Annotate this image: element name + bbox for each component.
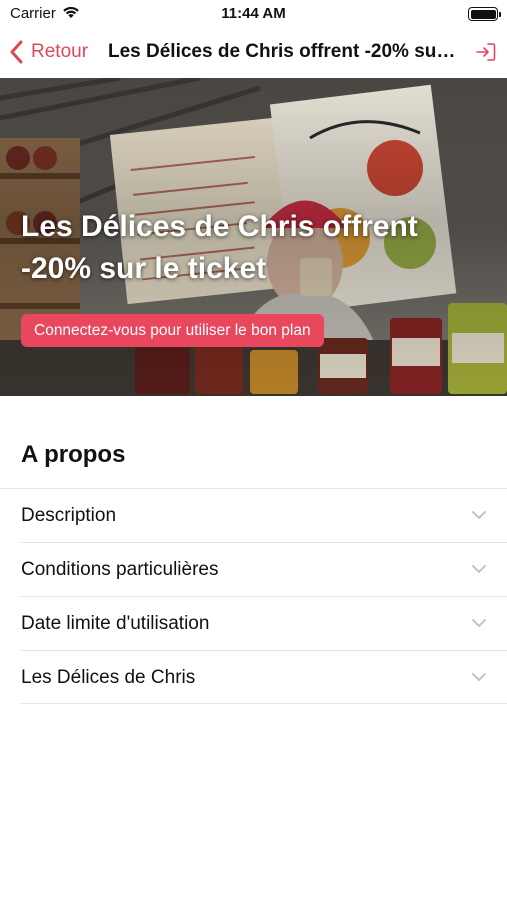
about-accordion: Description Conditions particulières Dat…: [0, 488, 507, 704]
chevron-left-icon: [10, 40, 23, 64]
accordion-item-label: Date limite d'utilisation: [21, 613, 210, 634]
status-time: 11:44 AM: [221, 5, 286, 22]
back-button[interactable]: Retour: [8, 37, 88, 67]
navigation-bar: Retour Les Délices de Chris offrent -20%…: [0, 28, 507, 78]
battery-icon: [468, 7, 501, 21]
back-label: Retour: [31, 41, 89, 62]
accordion-item-label: Conditions particulières: [21, 559, 219, 580]
about-section-title: A propos: [21, 441, 126, 468]
accordion-item-expiry-date[interactable]: Date limite d'utilisation: [21, 596, 507, 650]
accordion-item-merchant[interactable]: Les Délices de Chris: [21, 650, 507, 704]
page-title: Les Délices de Chris offrent -20% sur le…: [108, 41, 462, 62]
accordion-item-label: Les Délices de Chris: [21, 667, 196, 688]
chevron-down-icon: [472, 619, 486, 627]
hero-banner: Les Délices de Chris offrent -20% sur le…: [0, 78, 507, 396]
accordion-item-label: Description: [21, 505, 117, 526]
login-cta-button[interactable]: Connectez-vous pour utiliser le bon plan: [21, 314, 324, 347]
chevron-down-icon: [472, 511, 486, 519]
login-icon[interactable]: [474, 40, 498, 64]
hero-title: Les Délices de Chris offrent -20% sur le…: [21, 210, 418, 285]
status-bar: Carrier 11:44 AM: [0, 0, 507, 28]
accordion-item-conditions[interactable]: Conditions particulières: [21, 542, 507, 596]
accordion-item-description[interactable]: Description: [0, 488, 507, 542]
chevron-down-icon: [472, 673, 486, 681]
chevron-down-icon: [472, 565, 486, 573]
